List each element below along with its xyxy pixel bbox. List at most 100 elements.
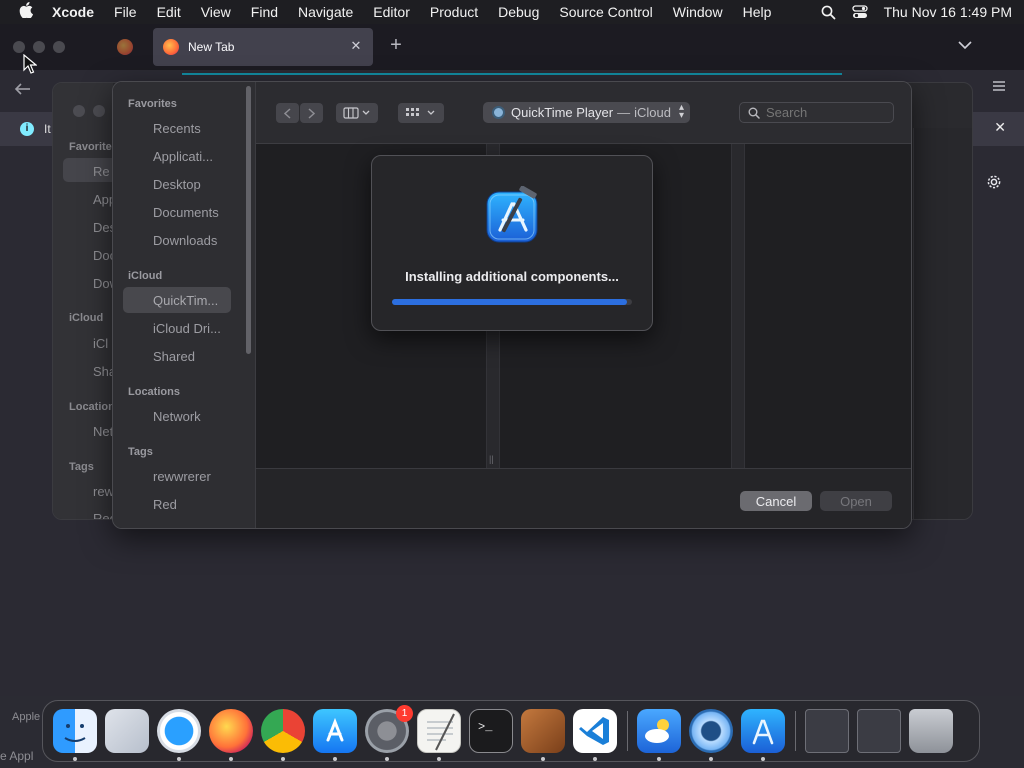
sidebar-item-shared[interactable]: Shared: [123, 343, 231, 369]
sidebar-item-tag[interactable]: rewwrerer: [123, 463, 231, 489]
info-icon: i: [20, 122, 34, 136]
chrome-icon[interactable]: [261, 709, 305, 753]
column-resize-handle[interactable]: ||: [489, 454, 494, 464]
minimize-window-button[interactable]: [93, 105, 105, 117]
launchpad-icon[interactable]: [105, 709, 149, 753]
vscode-icon[interactable]: [573, 709, 617, 753]
sidebar-item[interactable]: Re: [93, 164, 110, 179]
running-indicator: [593, 757, 597, 761]
sidebar-item-documents[interactable]: Documents: [123, 199, 231, 225]
running-indicator: [177, 757, 181, 761]
firefox-view-icon[interactable]: [117, 39, 133, 55]
sidebar-item-downloads[interactable]: Downloads: [123, 227, 231, 253]
dock-separator: [795, 711, 796, 751]
menu-editor[interactable]: Editor: [363, 4, 420, 20]
up-down-chevron-icon: ▴ ▾: [678, 102, 684, 121]
panel-toolbar: QuickTime Player — iCloud ▴ ▾: [256, 82, 911, 144]
menu-edit[interactable]: Edit: [147, 4, 191, 20]
control-center-icon[interactable]: [851, 5, 868, 19]
menu-help[interactable]: Help: [733, 4, 782, 20]
progress-message: Installing additional components...: [405, 269, 619, 284]
gear-icon[interactable]: [986, 174, 1002, 193]
progress-bar: [392, 299, 632, 305]
chevron-left-icon: [284, 107, 291, 119]
search-field[interactable]: [739, 102, 894, 123]
spotlight-search-icon[interactable]: [821, 5, 836, 20]
sidebar-scrollbar[interactable]: [246, 86, 251, 354]
background-column: [913, 128, 972, 519]
quicktime-icon[interactable]: [689, 709, 733, 753]
trash-icon[interactable]: [909, 709, 953, 753]
close-window-button[interactable]: [13, 41, 25, 53]
dock-separator: [627, 711, 628, 751]
menu-window[interactable]: Window: [663, 4, 733, 20]
firefox-icon: [163, 39, 179, 55]
search-icon: [748, 107, 760, 119]
menu-hamburger-icon[interactable]: [992, 80, 1006, 95]
tab-new-tab[interactable]: New Tab ✕: [153, 28, 373, 66]
window-thumbnail-icon[interactable]: [857, 709, 901, 753]
location-name: QuickTime Player: [511, 105, 614, 120]
apple-menu-icon[interactable]: [0, 2, 52, 22]
menu-debug[interactable]: Debug: [488, 4, 549, 20]
window-thumbnail-icon[interactable]: [805, 709, 849, 753]
search-input[interactable]: [766, 105, 886, 120]
menu-find[interactable]: Find: [241, 4, 288, 20]
garageband-icon[interactable]: [521, 709, 565, 753]
tab-strip: New Tab ✕ +: [0, 24, 1024, 70]
menubar-clock[interactable]: Thu Nov 16 1:49 PM: [884, 4, 1012, 20]
cancel-button[interactable]: Cancel: [740, 491, 812, 511]
menu-source-control[interactable]: Source Control: [549, 4, 662, 20]
group-button[interactable]: [398, 103, 444, 123]
column-divider[interactable]: [731, 144, 745, 468]
sidebar-item-applications[interactable]: Applicati...: [123, 143, 231, 169]
running-indicator: [657, 757, 661, 761]
firefox-icon[interactable]: [209, 709, 253, 753]
xcode-icon: [486, 186, 538, 243]
app-store-icon[interactable]: [313, 709, 357, 753]
app-menu-xcode[interactable]: Xcode: [52, 4, 104, 20]
finder-icon[interactable]: [53, 709, 97, 753]
sidebar-item-recents[interactable]: Recents: [123, 115, 231, 141]
list-all-tabs-icon[interactable]: [958, 38, 972, 53]
background-text: e Appl: [0, 749, 34, 763]
sidebar-item-desktop[interactable]: Desktop: [123, 171, 231, 197]
dock: 1 >_: [42, 700, 980, 762]
weather-icon[interactable]: [637, 709, 681, 753]
new-tab-button[interactable]: +: [386, 35, 406, 55]
location-popup[interactable]: QuickTime Player — iCloud ▴ ▾: [483, 102, 690, 123]
sidebar-section-locations: Locations: [128, 386, 180, 398]
minimize-window-button[interactable]: [33, 41, 45, 53]
menu-product[interactable]: Product: [420, 4, 488, 20]
textedit-icon[interactable]: [417, 709, 461, 753]
terminal-icon[interactable]: >_: [469, 709, 513, 753]
sidebar-item[interactable]: Net: [93, 424, 113, 439]
menu-file[interactable]: File: [104, 4, 147, 20]
running-indicator: [709, 757, 713, 761]
safari-icon[interactable]: [157, 709, 201, 753]
running-indicator: [385, 757, 389, 761]
close-tab-icon[interactable]: ✕: [347, 37, 365, 55]
view-mode-button[interactable]: [336, 103, 378, 123]
menu-view[interactable]: View: [191, 4, 241, 20]
sidebar-section-tags: Tags: [69, 461, 94, 473]
menu-navigate[interactable]: Navigate: [288, 4, 363, 20]
system-settings-icon[interactable]: 1: [365, 705, 413, 753]
sidebar-item[interactable]: iCl: [93, 336, 108, 351]
location-separator: —: [617, 105, 631, 120]
open-button[interactable]: Open: [820, 491, 892, 511]
background-text: Apple: [12, 711, 41, 723]
sidebar-item-tag-red[interactable]: Red: [123, 491, 231, 517]
sidebar-item-network[interactable]: Network: [123, 403, 231, 429]
xcode-icon[interactable]: [741, 709, 785, 753]
close-notification-icon[interactable]: ✕: [994, 119, 1006, 136]
zoom-window-button[interactable]: [53, 41, 65, 53]
forward-button[interactable]: [300, 103, 323, 123]
sidebar-item-icloud-drive[interactable]: iCloud Dri...: [123, 315, 231, 341]
sidebar-section-tags: Tags: [128, 446, 153, 458]
sidebar-item[interactable]: rew: [93, 484, 114, 499]
sidebar-item-quicktime[interactable]: QuickTim...: [123, 287, 231, 313]
close-window-button[interactable]: [73, 105, 85, 117]
back-button[interactable]: [276, 103, 299, 123]
back-arrow-icon[interactable]: [14, 80, 32, 101]
